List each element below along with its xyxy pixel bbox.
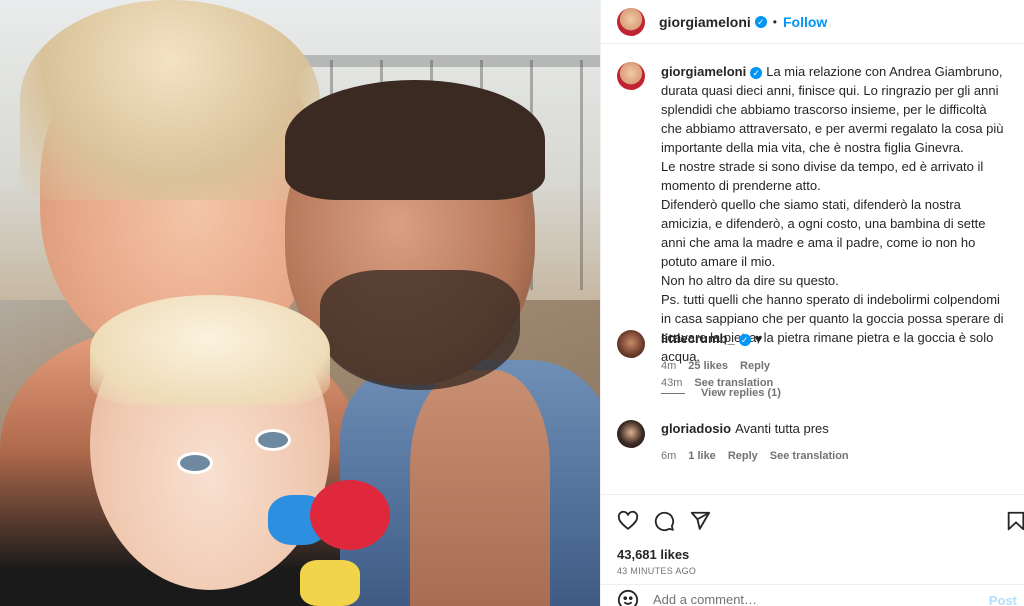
photo-balcony (300, 55, 600, 67)
caption-text: La mia relazione con Andrea Giambruno, d… (661, 64, 1004, 364)
photo-woman-hair (20, 0, 320, 200)
view-replies-label: View replies (1) (701, 387, 781, 399)
comment-text: ♥ (754, 331, 763, 346)
reply-button[interactable]: Reply (740, 357, 770, 375)
comment-time[interactable]: 6m (661, 447, 676, 465)
view-replies-button[interactable]: View replies (1) (661, 387, 781, 399)
avatar[interactable] (617, 420, 645, 448)
emoji-icon[interactable] (617, 589, 639, 606)
post-photo[interactable] (0, 0, 600, 606)
comment-username[interactable]: gloriadosio (661, 421, 731, 436)
photo-man-beard (320, 270, 520, 390)
comment-time[interactable]: 4m (661, 357, 676, 375)
comment-username[interactable]: littlecrumb_ (661, 331, 735, 346)
comment-item: littlecrumb_ ✓ ♥ 4m 25 likes Reply (601, 330, 786, 375)
comments-list[interactable]: giorgiameloni ✓ La mia relazione con Andre… (601, 44, 1024, 494)
comment-composer: Post (601, 584, 1024, 606)
avatar[interactable] (617, 62, 645, 90)
verified-icon: ✓ (754, 15, 767, 28)
post-comment-button[interactable]: Post (989, 593, 1017, 606)
post-header: giorgiameloni ✓ • Follow (601, 0, 1024, 44)
likes-count[interactable]: 43,681 likes (617, 547, 1009, 562)
author-username[interactable]: giorgiameloni (659, 14, 751, 30)
photo-toy (300, 560, 360, 606)
see-translation-button[interactable]: See translation (770, 447, 849, 465)
post-side-panel: giorgiameloni ✓ • Follow giorgiameloni ✓ L… (600, 0, 1024, 606)
verified-icon: ✓ (750, 67, 763, 79)
heart-icon[interactable] (617, 510, 639, 532)
photo-man-hair (285, 80, 545, 200)
comment-likes[interactable]: 25 likes (688, 357, 728, 375)
reply-button[interactable]: Reply (728, 447, 758, 465)
photo-baby-hair (90, 295, 330, 405)
follow-button[interactable]: Follow (783, 14, 827, 30)
separator-dot: • (772, 14, 777, 29)
comment-text: Avanti tutta pres (735, 421, 829, 436)
share-icon[interactable] (689, 510, 711, 532)
photo-toy (310, 480, 390, 550)
photo-man-chest (410, 370, 550, 606)
comment-input[interactable] (653, 592, 953, 606)
caption-username[interactable]: giorgiameloni (661, 64, 746, 79)
comment-icon[interactable] (653, 510, 675, 532)
avatar[interactable] (617, 7, 645, 36)
replies-line (661, 392, 685, 394)
bookmark-icon[interactable] (1005, 510, 1024, 532)
comment-likes[interactable]: 1 like (688, 447, 716, 465)
comment-item: gloriadosio Avanti tutta pres 6m 1 like R… (601, 420, 865, 465)
photo-baby-eye (258, 432, 288, 448)
verified-icon: ✓ (738, 334, 751, 346)
avatar[interactable] (617, 330, 645, 358)
photo-baby-eye (180, 455, 210, 471)
post-time[interactable]: 43 MINUTES AGO (617, 566, 1009, 576)
post-actions: 43,681 likes 43 MINUTES AGO (601, 494, 1024, 576)
